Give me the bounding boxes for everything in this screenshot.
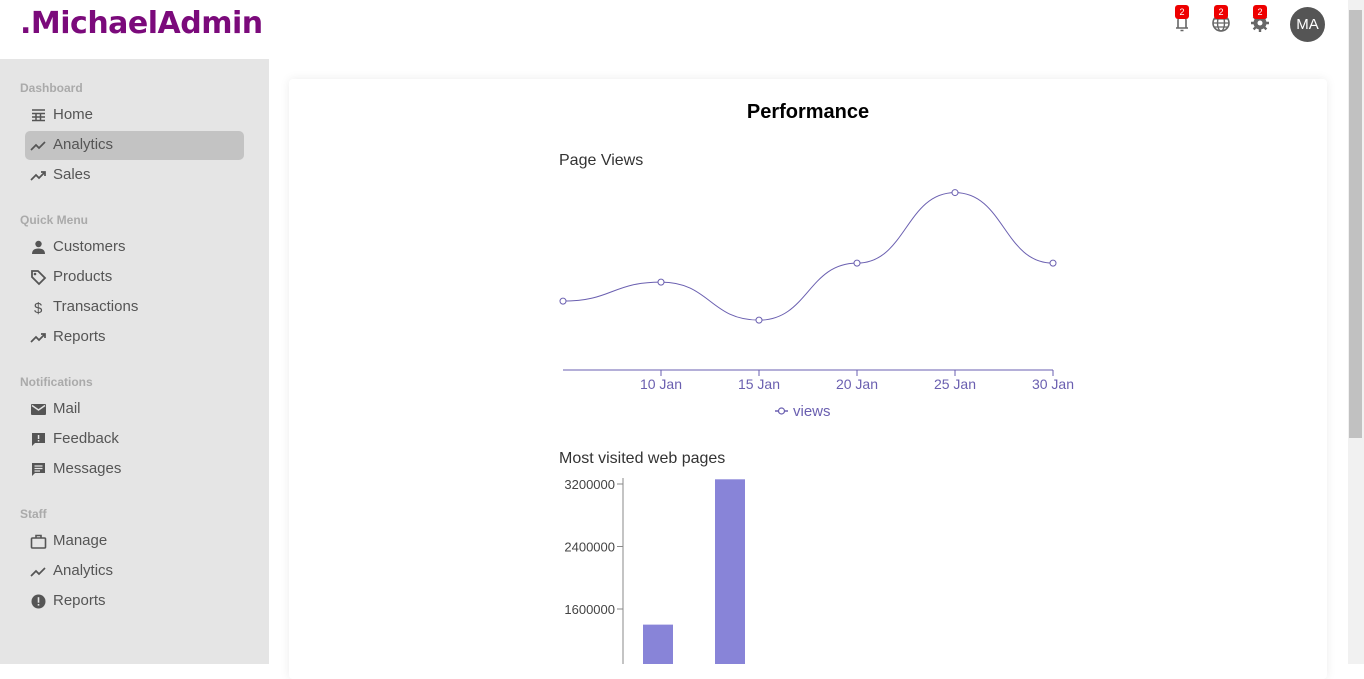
sidebar-item-analytics[interactable]: Analytics bbox=[25, 131, 244, 160]
sidebar-item-feedback[interactable]: Feedback bbox=[25, 425, 244, 454]
x-tick-label: 15 Jan bbox=[738, 376, 780, 392]
sidebar-item-messages[interactable]: Messages bbox=[25, 455, 244, 484]
data-point[interactable] bbox=[853, 259, 861, 267]
sidebar-item-mail[interactable]: Mail bbox=[25, 395, 244, 424]
trending-icon bbox=[30, 137, 47, 154]
trending-icon bbox=[30, 167, 47, 184]
views-series-line bbox=[562, 192, 1054, 321]
sidebar-item-reports[interactable]: Reports bbox=[25, 323, 244, 352]
trending-icon bbox=[30, 563, 47, 580]
sidebar-item-label: Reports bbox=[53, 592, 106, 609]
sidebar-item-staff-analytics[interactable]: Analytics bbox=[25, 557, 244, 586]
y-tick-label: 2400000 bbox=[564, 540, 615, 555]
gear-icon[interactable]: 2 bbox=[1248, 5, 1272, 34]
home-icon bbox=[30, 107, 47, 124]
feedback-icon bbox=[30, 431, 47, 448]
person-icon bbox=[30, 239, 47, 256]
sidebar-item-label: Home bbox=[53, 106, 94, 123]
legend-label: views bbox=[793, 403, 831, 420]
trending-icon bbox=[30, 329, 47, 346]
app-logo[interactable]: .MichaelAdmin bbox=[20, 6, 263, 41]
section-title-notifications: Notifications bbox=[20, 375, 93, 389]
sidebar-item-label: Analytics bbox=[53, 136, 114, 153]
sidebar-item-label: Manage bbox=[53, 532, 108, 549]
y-tick-label: 3200000 bbox=[564, 477, 615, 492]
sidebar-item-customers[interactable]: Customers bbox=[25, 233, 244, 262]
charts-canvas: Page Views 10 Jan 15 Jan 20 Jan 25 Jan 30 Ja… bbox=[559, 152, 1074, 664]
section-title-dashboard: Dashboard bbox=[20, 81, 83, 95]
sidebar-item-manage[interactable]: Manage bbox=[25, 527, 244, 556]
dollar-icon: $ bbox=[30, 299, 47, 317]
x-tick-label: 10 Jan bbox=[640, 376, 682, 392]
avatar[interactable]: MA bbox=[1290, 7, 1325, 42]
legend-marker bbox=[777, 407, 786, 415]
tag-icon bbox=[30, 269, 47, 286]
data-point[interactable] bbox=[657, 278, 665, 286]
data-point[interactable] bbox=[559, 297, 567, 305]
scrollbar-thumb[interactable] bbox=[1349, 10, 1362, 438]
sidebar-item-label: Analytics bbox=[53, 562, 114, 579]
bell-icon[interactable]: 2 bbox=[1170, 5, 1194, 34]
sidebar-item-label: Products bbox=[53, 268, 113, 285]
x-tick-label: 30 Jan bbox=[1032, 376, 1074, 392]
sidebar-item-staff-reports[interactable]: Reports bbox=[25, 587, 244, 616]
sidebar-item-label: Mail bbox=[53, 400, 81, 417]
message-icon bbox=[30, 461, 47, 478]
bar[interactable] bbox=[715, 479, 745, 664]
alert-icon bbox=[30, 593, 47, 610]
globe-icon[interactable]: 2 bbox=[1209, 5, 1233, 34]
sidebar: Dashboard Home Analytics Sales Quick Men… bbox=[0, 59, 269, 664]
svg-text:$: $ bbox=[34, 300, 43, 316]
sidebar-item-label: Feedback bbox=[53, 430, 119, 447]
sidebar-item-sales[interactable]: Sales bbox=[25, 161, 244, 190]
chart-legend: views bbox=[775, 403, 831, 420]
sidebar-item-label: Sales bbox=[53, 166, 91, 183]
sidebar-item-transactions[interactable]: $ Transactions bbox=[25, 293, 244, 322]
briefcase-icon bbox=[30, 533, 47, 550]
x-tick-label: 25 Jan bbox=[934, 376, 976, 392]
bar[interactable] bbox=[643, 624, 673, 664]
sidebar-item-label: Reports bbox=[53, 328, 106, 345]
sidebar-item-label: Customers bbox=[53, 238, 126, 255]
notification-badge: 2 bbox=[1175, 5, 1189, 19]
x-tick-label: 20 Jan bbox=[836, 376, 878, 392]
line-chart-title: Page Views bbox=[559, 152, 643, 169]
y-tick-label: 1600000 bbox=[564, 602, 615, 617]
mail-icon bbox=[30, 401, 47, 418]
language-badge: 2 bbox=[1214, 5, 1228, 19]
data-point[interactable] bbox=[755, 316, 763, 324]
section-title-staff: Staff bbox=[20, 507, 47, 521]
data-point[interactable] bbox=[1049, 259, 1057, 267]
sidebar-item-label: Transactions bbox=[53, 298, 139, 315]
sidebar-item-products[interactable]: Products bbox=[25, 263, 244, 292]
data-point[interactable] bbox=[951, 189, 959, 197]
section-title-quick-menu: Quick Menu bbox=[20, 213, 89, 227]
sidebar-item-home[interactable]: Home bbox=[25, 101, 244, 130]
bar-chart-title: Most visited web pages bbox=[559, 450, 725, 467]
sidebar-item-label: Messages bbox=[53, 460, 122, 477]
settings-badge: 2 bbox=[1253, 5, 1267, 19]
top-bar: .MichaelAdmin 2 2 2 MA bbox=[0, 0, 1348, 59]
